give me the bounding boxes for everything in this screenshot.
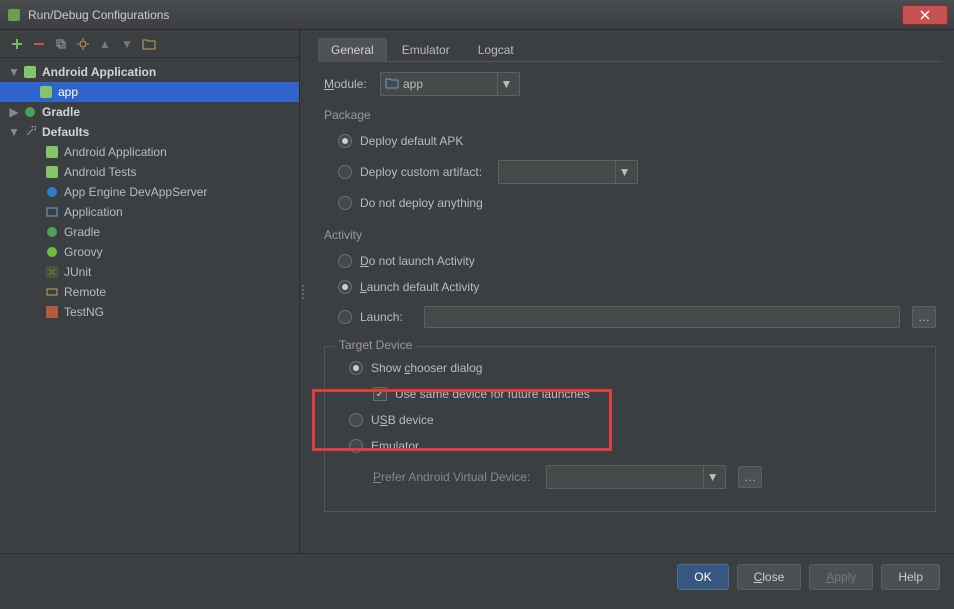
tree-item-app[interactable]: app (0, 82, 299, 102)
radio-icon (338, 280, 352, 294)
chevron-down-icon: ▼ (8, 125, 20, 139)
avd-combo[interactable]: ▼ (546, 465, 726, 489)
activity-group-title: Activity (324, 228, 936, 242)
gradle-icon (44, 224, 60, 240)
tree-default-android-tests[interactable]: Android Tests (0, 162, 299, 182)
chevron-down-icon: ▼ (8, 65, 20, 79)
add-icon[interactable] (8, 35, 26, 53)
chevron-right-icon: ▶ (8, 105, 20, 119)
checkbox-icon (373, 387, 387, 401)
application-icon (44, 204, 60, 220)
radio-deploy-custom[interactable]: Deploy custom artifact: ▼ (338, 160, 936, 184)
appengine-icon (44, 184, 60, 200)
launch-activity-input[interactable] (424, 306, 900, 328)
package-group-title: Package (324, 108, 936, 122)
tree-default-groovy[interactable]: Groovy (0, 242, 299, 262)
title-bar: Run/Debug Configurations (0, 0, 954, 30)
tab-logcat[interactable]: Logcat (465, 38, 527, 61)
module-combo[interactable]: app ▼ (380, 72, 520, 96)
radio-icon (338, 254, 352, 268)
tree-default-application[interactable]: Application (0, 202, 299, 222)
tree-gradle[interactable]: ▶ Gradle (0, 102, 299, 122)
radio-deploy-default[interactable]: Deploy default APK (338, 134, 936, 148)
radio-icon (338, 310, 352, 324)
radio-icon (338, 196, 352, 210)
window-title: Run/Debug Configurations (28, 8, 902, 22)
module-icon (385, 77, 399, 92)
android-icon (38, 84, 54, 100)
ok-button[interactable]: OK (677, 564, 728, 590)
tree-default-remote[interactable]: Remote (0, 282, 299, 302)
tree-default-testng[interactable]: TestNG (0, 302, 299, 322)
wrench-icon (22, 124, 38, 140)
android-icon (44, 164, 60, 180)
remove-icon[interactable] (30, 35, 48, 53)
tree-android-application[interactable]: ▼ Android Application (0, 62, 299, 82)
dialog-footer: OK Close Apply Help (0, 553, 954, 599)
window-close-button[interactable] (902, 5, 948, 25)
tree-default-app-engine[interactable]: App Engine DevAppServer (0, 182, 299, 202)
tree-default-junit[interactable]: JUnit (0, 262, 299, 282)
radio-no-deploy[interactable]: Do not deploy anything (338, 196, 936, 210)
groovy-icon (44, 244, 60, 260)
radio-emulator[interactable]: Emulator (349, 439, 925, 453)
radio-icon (349, 413, 363, 427)
android-icon (22, 64, 38, 80)
radio-launch-specific[interactable]: Launch: … (338, 306, 936, 328)
testng-icon (44, 304, 60, 320)
checkbox-same-device[interactable]: Use same device for future launches (373, 387, 925, 401)
android-icon (44, 144, 60, 160)
radio-icon (349, 361, 363, 375)
radio-no-launch[interactable]: Do not launch Activity (338, 254, 936, 268)
folder-icon[interactable] (140, 35, 158, 53)
radio-icon (338, 134, 352, 148)
chevron-down-icon: ▼ (703, 466, 721, 488)
sidebar-toolbar: ▲ ▼ (0, 30, 299, 58)
chevron-down-icon: ▼ (615, 161, 633, 183)
junit-icon (44, 264, 60, 280)
tree-defaults[interactable]: ▼ Defaults (0, 122, 299, 142)
tree-default-android-app[interactable]: Android Application (0, 142, 299, 162)
gradle-icon (22, 104, 38, 120)
help-button[interactable]: Help (881, 564, 940, 590)
radio-chooser[interactable]: Show chooser dialog (349, 361, 925, 375)
avd-browse-button[interactable]: … (738, 466, 762, 488)
up-icon[interactable]: ▲ (96, 35, 114, 53)
tab-general[interactable]: General (318, 38, 387, 61)
target-device-legend: Target Device (335, 338, 416, 352)
copy-icon[interactable] (52, 35, 70, 53)
settings-icon[interactable] (74, 35, 92, 53)
radio-launch-default[interactable]: Launch default Activity (338, 280, 936, 294)
custom-artifact-combo[interactable]: ▼ (498, 160, 638, 184)
remote-icon (44, 284, 60, 300)
chevron-down-icon: ▼ (497, 73, 515, 95)
radio-icon (349, 439, 363, 453)
down-icon[interactable]: ▼ (118, 35, 136, 53)
close-button[interactable]: Close (737, 564, 802, 590)
tab-emulator[interactable]: Emulator (389, 38, 463, 61)
app-icon (6, 7, 22, 23)
tab-bar: General Emulator Logcat (318, 38, 942, 62)
config-content: General Emulator Logcat Module: app ▼ Pa… (306, 30, 954, 553)
tree-default-gradle[interactable]: Gradle (0, 222, 299, 242)
sidebar: ▲ ▼ ▼ Android Application app ▶ Gradle ▼ (0, 30, 300, 553)
config-tree: ▼ Android Application app ▶ Gradle ▼ Def… (0, 58, 299, 553)
module-label: Module: (324, 77, 380, 91)
radio-icon (338, 165, 352, 179)
apply-button[interactable]: Apply (809, 564, 873, 590)
target-device-fieldset: Target Device Show chooser dialog Use sa… (324, 346, 936, 512)
browse-button[interactable]: … (912, 306, 936, 328)
avd-row: Prefer Android Virtual Device: ▼ … (373, 465, 925, 489)
radio-usb[interactable]: USB device (349, 413, 925, 427)
